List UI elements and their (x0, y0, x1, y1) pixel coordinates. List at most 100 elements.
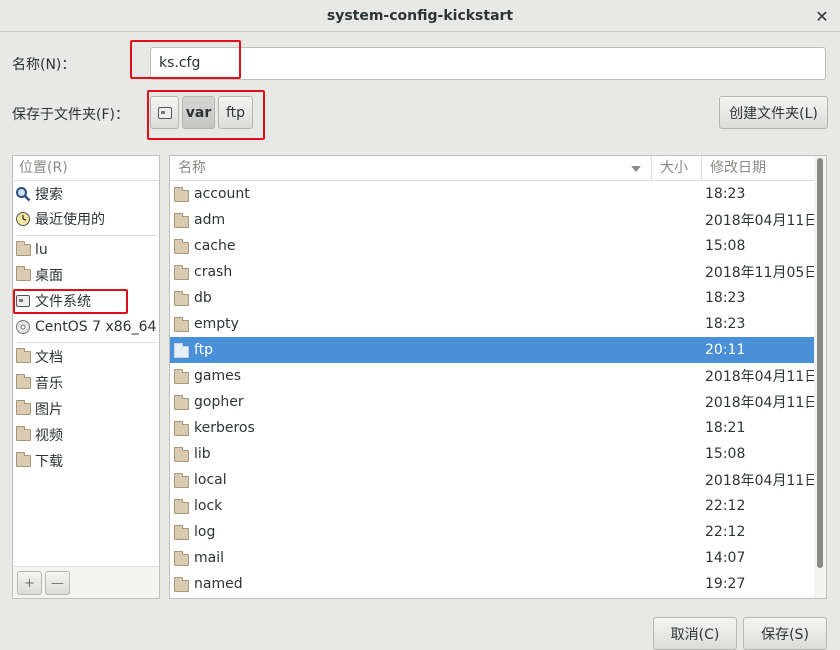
sidebar-item-documents[interactable]: 文档 (15, 345, 159, 369)
file-modified: 22:12 (705, 498, 746, 514)
sidebar-item-filesystem[interactable]: 文件系统 (15, 289, 159, 313)
filename-input[interactable]: ks.cfg (150, 47, 826, 80)
sidebar-item-label: lu (35, 242, 48, 258)
file-name: ftp (194, 342, 214, 358)
folder-icon (174, 498, 189, 514)
drive-icon (157, 106, 172, 119)
file-name: named (194, 576, 243, 592)
file-name: account (194, 186, 250, 202)
path-button-var[interactable]: var (182, 96, 215, 129)
sidebar-item-centos-disc[interactable]: CentOS 7 x86_64 (15, 315, 159, 339)
table-row[interactable]: named 19:27 (170, 571, 815, 597)
sidebar-item-label: 下载 (35, 454, 63, 470)
sidebar-item-recent[interactable]: 最近使用的 (15, 207, 159, 231)
close-button[interactable]: ✕ (810, 4, 834, 28)
file-rows: account 18:23 adm 2018年04月11日 cache 15:08 c… (170, 181, 819, 597)
table-row-selected[interactable]: ftp 20:11 (170, 337, 815, 363)
path-button-ftp[interactable]: ftp (218, 96, 253, 129)
file-modified: 2018年04月11日 (705, 473, 819, 489)
file-modified: 15:08 (705, 238, 746, 254)
column-header-label: 名称 (178, 160, 206, 176)
folder-icon (174, 420, 189, 436)
sort-down-icon (631, 166, 641, 172)
table-row[interactable]: crash 2018年11月05日 (170, 259, 819, 285)
file-modified: 14:07 (705, 550, 746, 566)
file-modified: 2018年04月11日 (705, 395, 819, 411)
folder-icon (174, 368, 189, 384)
table-row[interactable]: kerberos 18:21 (170, 415, 815, 441)
sidebar-item-label: 文件系统 (35, 294, 91, 310)
table-row[interactable]: games 2018年04月11日 (170, 363, 818, 389)
clock-icon (15, 211, 31, 227)
file-name: games (194, 368, 242, 384)
places-footer: + — (13, 566, 159, 598)
save-in-folder-label: 保存于文件夹(F)： (12, 107, 129, 123)
table-row[interactable]: adm 2018年04月11日 (170, 207, 818, 233)
file-name: gopher (194, 394, 244, 410)
file-name: cache (194, 238, 236, 254)
sidebar-item-label: 音乐 (35, 376, 63, 392)
sidebar-item-music[interactable]: 音乐 (15, 371, 159, 395)
sidebar-item-label: 最近使用的 (35, 212, 105, 228)
table-row[interactable]: mail 14:07 (170, 545, 815, 571)
table-row[interactable]: gopher 2018年04月11日 (170, 389, 819, 415)
table-row[interactable]: empty 18:23 (170, 311, 815, 337)
sidebar-item-search[interactable]: 搜索 (15, 182, 159, 206)
drive-icon (15, 293, 31, 309)
folder-icon (174, 472, 189, 488)
path-segment-label: var (185, 104, 212, 121)
table-row[interactable]: local 2018年04月11日 (170, 467, 819, 493)
search-icon (15, 186, 31, 202)
table-row[interactable]: db 18:23 (170, 285, 815, 311)
file-modified: 18:23 (705, 316, 746, 332)
create-folder-button[interactable]: 创建文件夹(L) (719, 96, 828, 129)
folder-icon (174, 238, 189, 254)
sidebar-item-label: 视频 (35, 428, 63, 444)
table-row[interactable]: lock 22:12 (170, 493, 815, 519)
downloads-folder-icon (15, 452, 31, 469)
sidebar-item-desktop[interactable]: 桌面 (15, 263, 159, 287)
scrollbar-thumb[interactable] (817, 158, 823, 568)
table-row[interactable]: cache 15:08 (170, 233, 815, 259)
path-segment-label: ftp (225, 104, 246, 121)
table-row[interactable]: account 18:23 (170, 181, 815, 207)
folder-icon (174, 264, 189, 280)
home-folder-icon (15, 241, 31, 258)
folder-icon (174, 212, 189, 228)
column-header-name[interactable]: 名称 (170, 156, 652, 180)
path-root-button[interactable] (150, 96, 179, 129)
folder-icon (174, 290, 189, 306)
file-name: lib (194, 446, 211, 462)
file-modified: 2018年11月05日 (705, 265, 819, 281)
folder-icon (174, 316, 189, 332)
file-name: db (194, 290, 212, 306)
file-modified: 20:11 (705, 342, 746, 358)
remove-bookmark-button[interactable]: — (45, 571, 70, 595)
file-name: crash (194, 264, 233, 280)
file-name: lock (194, 498, 223, 514)
file-modified: 18:23 (705, 186, 746, 202)
sidebar-item-pictures[interactable]: 图片 (15, 397, 159, 421)
places-header: 位置(R) (13, 156, 159, 181)
disc-icon (15, 319, 31, 335)
add-bookmark-button[interactable]: + (17, 571, 42, 595)
sidebar-separator (17, 342, 157, 343)
sidebar-item-label: CentOS 7 x86_64 (35, 319, 157, 335)
file-modified: 22:12 (705, 524, 746, 540)
file-name: empty (194, 316, 239, 332)
table-row[interactable]: log 22:12 (170, 519, 815, 545)
vertical-scrollbar[interactable] (814, 156, 826, 598)
table-row[interactable]: lib 15:08 (170, 441, 815, 467)
sidebar-item-downloads[interactable]: 下载 (15, 449, 159, 473)
folder-icon (174, 576, 189, 592)
file-name: mail (194, 550, 224, 566)
sidebar-item-home[interactable]: lu (15, 238, 159, 262)
column-header-size[interactable]: 大小 (652, 156, 702, 180)
folder-icon (174, 524, 189, 540)
sidebar-item-videos[interactable]: 视频 (15, 423, 159, 447)
column-header-modified[interactable]: 修改日期 (702, 156, 815, 180)
cancel-button[interactable]: 取消(C) (653, 617, 737, 650)
save-button[interactable]: 保存(S) (743, 617, 827, 650)
file-name: log (194, 524, 216, 540)
sidebar-separator (17, 235, 157, 236)
